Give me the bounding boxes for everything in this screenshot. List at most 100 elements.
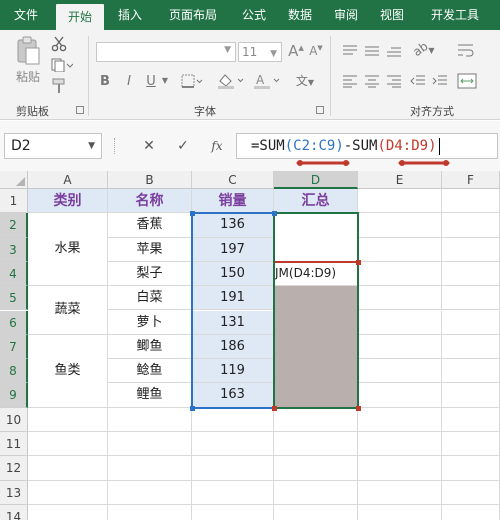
cell-e4[interactable] (358, 261, 442, 287)
row-header-11[interactable]: 11 (0, 432, 28, 457)
tab-formulas[interactable]: 公式 (232, 0, 276, 30)
column-header-f[interactable]: F (442, 171, 500, 189)
resize-handle[interactable] (272, 211, 277, 217)
tab-page-layout[interactable]: 页面布局 (156, 0, 230, 30)
resize-handle[interactable] (190, 211, 195, 217)
borders-button[interactable] (180, 74, 204, 90)
row-header-5[interactable]: 5 (0, 286, 28, 311)
cell-a13[interactable] (28, 480, 108, 505)
decrease-indent-icon[interactable] (410, 74, 426, 88)
cell-a10[interactable] (28, 407, 108, 432)
cell-c13[interactable] (192, 480, 274, 505)
cell-f13[interactable] (442, 480, 500, 505)
font-launcher-icon[interactable] (316, 106, 324, 114)
column-header-c[interactable]: C (192, 171, 274, 189)
name-cell-b8[interactable]: 鲶鱼 (108, 359, 192, 384)
cell-f1[interactable] (442, 189, 500, 214)
cell-a11[interactable] (28, 432, 108, 457)
tab-data[interactable]: 数据 (278, 0, 322, 30)
header-cell-a1[interactable]: 类别 (28, 189, 108, 214)
cell-c11[interactable] (192, 432, 274, 457)
row-header-2[interactable]: 2 (0, 213, 28, 238)
cell-e5[interactable] (358, 286, 442, 311)
cell-e9[interactable] (358, 383, 442, 408)
name-cell-b2[interactable]: 香蕉 (108, 213, 192, 238)
wrap-text-icon[interactable] (456, 42, 476, 60)
sales-cell-c7[interactable]: 186 (192, 334, 274, 360)
column-header-a[interactable]: A (28, 171, 108, 189)
cell-c12[interactable] (192, 456, 274, 481)
row-header-1[interactable]: 1 (0, 189, 28, 214)
cell-f2[interactable] (442, 213, 500, 238)
row-header-14[interactable]: 14 (0, 504, 28, 520)
paste-button[interactable] (14, 36, 42, 68)
sales-cell-c2[interactable]: 136 (192, 213, 274, 238)
formula-input[interactable]: =SUM(C2:C9)-SUM(D4:D9) (236, 133, 498, 159)
increase-indent-icon[interactable] (432, 74, 448, 88)
cell-f5[interactable] (442, 286, 500, 311)
category-cell-a7[interactable]: 鱼类 (28, 334, 108, 408)
font-size-dropdown[interactable]: 11 ▼ (238, 42, 282, 62)
cell-d11[interactable] (274, 432, 358, 457)
name-cell-b7[interactable]: 鲫鱼 (108, 334, 192, 360)
align-center-icon[interactable] (364, 74, 380, 88)
column-header-e[interactable]: E (358, 171, 442, 189)
row-header-9[interactable]: 9 (0, 383, 28, 408)
font-grow-button[interactable]: A▲ (288, 42, 304, 60)
cell-e6[interactable] (358, 310, 442, 335)
row-header-4[interactable]: 4 (0, 261, 28, 287)
cell-e13[interactable] (358, 480, 442, 505)
align-bottom-icon[interactable] (386, 44, 402, 58)
cell-e3[interactable] (358, 237, 442, 262)
enter-button[interactable]: ✓ (172, 133, 194, 159)
tab-file[interactable]: 文件 (0, 0, 52, 30)
tab-review[interactable]: 审阅 (324, 0, 368, 30)
phonetic-button[interactable]: 文▼ (290, 72, 320, 94)
sales-cell-c8[interactable]: 119 (192, 359, 274, 384)
cancel-button[interactable]: ✕ (138, 133, 160, 159)
name-cell-b3[interactable]: 苹果 (108, 237, 192, 262)
clipboard-launcher-icon[interactable] (76, 106, 84, 114)
cell-f12[interactable] (442, 456, 500, 481)
format-painter-icon[interactable] (50, 78, 68, 94)
merge-center-icon[interactable] (456, 72, 478, 90)
cell-b11[interactable] (108, 432, 192, 457)
cell-d12[interactable] (274, 456, 358, 481)
cell-f6[interactable] (442, 310, 500, 335)
cell-b10[interactable] (108, 407, 192, 432)
name-cell-b4[interactable]: 梨子 (108, 261, 192, 287)
category-cell-a5[interactable]: 蔬菜 (28, 286, 108, 335)
tab-view[interactable]: 视图 (370, 0, 414, 30)
row-header-12[interactable]: 12 (0, 456, 28, 481)
column-header-b[interactable]: B (108, 171, 192, 189)
cell-f3[interactable] (442, 237, 500, 262)
sales-cell-c4[interactable]: 150 (192, 261, 274, 287)
header-cell-d1[interactable]: 汇总 (274, 189, 358, 214)
header-cell-c1[interactable]: 销量 (192, 189, 274, 214)
cell-c14[interactable] (192, 504, 274, 520)
chevron-down-icon[interactable]: ▼ (88, 134, 95, 158)
row-header-6[interactable]: 6 (0, 310, 28, 335)
insert-function-button[interactable]: fx (206, 133, 228, 159)
font-shrink-button[interactable]: A▼ (308, 44, 324, 58)
italic-button[interactable]: I (122, 74, 136, 89)
cell-e10[interactable] (358, 407, 442, 432)
row-header-8[interactable]: 8 (0, 359, 28, 384)
cell-e1[interactable] (358, 189, 442, 214)
row-header-3[interactable]: 3 (0, 237, 28, 262)
fill-color-button[interactable] (216, 72, 246, 90)
summary-cell-d5[interactable] (274, 286, 358, 408)
font-color-button[interactable]: A (252, 72, 282, 90)
tab-developer[interactable]: 开发工具 (418, 0, 492, 30)
cell-d13[interactable] (274, 480, 358, 505)
cell-b13[interactable] (108, 480, 192, 505)
resize-handle[interactable] (356, 405, 361, 411)
category-cell-a2[interactable]: 水果 (28, 213, 108, 287)
name-cell-b6[interactable]: 萝卜 (108, 310, 192, 335)
cell-d10[interactable] (274, 407, 358, 432)
row-header-7[interactable]: 7 (0, 334, 28, 360)
row-header-10[interactable]: 10 (0, 407, 28, 432)
cell-b12[interactable] (108, 456, 192, 481)
resize-handle[interactable] (272, 405, 277, 411)
cell-a14[interactable] (28, 504, 108, 520)
